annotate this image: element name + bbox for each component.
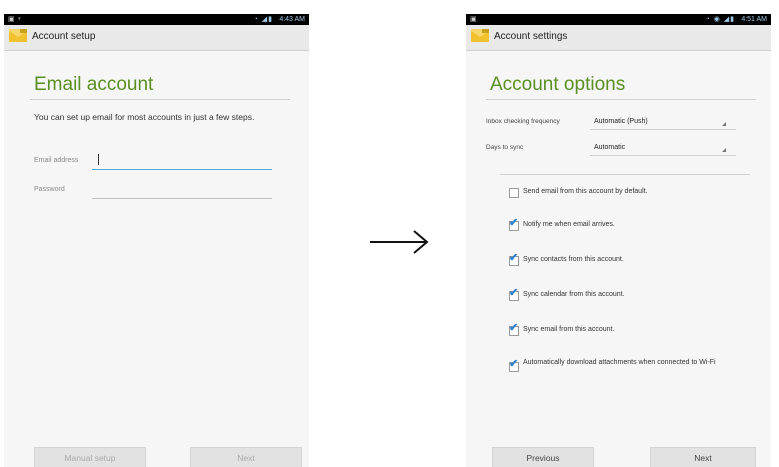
inbox-frequency-value: Automatic (Push) (594, 118, 648, 125)
dropdown-arrow-icon (722, 122, 726, 126)
password-field-underline (92, 198, 272, 199)
title-divider (30, 99, 290, 100)
email-app-icon (471, 29, 489, 42)
action-bar-title: Account settings (494, 31, 568, 42)
checkbox-sync-email[interactable]: ✔ Sync email from this account. (509, 323, 744, 339)
checkbox-box (509, 188, 519, 198)
checkbox-label: Send email from this account by default. (523, 188, 648, 195)
next-button[interactable]: Next (190, 447, 302, 467)
page-title: Account options (490, 74, 626, 95)
action-bar-title: Account setup (32, 31, 96, 42)
email-field[interactable] (92, 150, 272, 170)
checkbox-box: ✔ (509, 252, 519, 266)
text-cursor (98, 154, 99, 165)
checkmark-icon: ✔ (509, 252, 519, 264)
account-settings-screen: ▣ ◔ ◉ ◢▮ 4:51 AM Account settings Accoun… (466, 14, 771, 467)
checkmark-icon: ✔ (509, 322, 519, 334)
manual-setup-button[interactable]: Manual setup (34, 447, 146, 467)
dropdown-arrow-icon (722, 148, 726, 152)
section-divider (500, 174, 750, 175)
account-setup-screen: ▣ ♆ ◔ ◢▮ 4:43 AM Account setup Email acc… (4, 14, 309, 467)
password-field[interactable] (92, 182, 272, 200)
checkbox-box: ✔ (509, 217, 519, 231)
checkbox-box: ✔ (509, 287, 519, 301)
checkbox-label: Automatically download attachments when … (523, 359, 716, 366)
days-to-sync-spinner[interactable]: Automatic (590, 138, 736, 156)
checkbox-box: ✔ (509, 322, 519, 336)
checkbox-send-default[interactable]: Send email from this account by default. (509, 185, 744, 201)
password-field-label: Password (34, 186, 65, 193)
checkbox-sync-contacts[interactable]: ✔ Sync contacts from this account. (509, 253, 744, 269)
checkbox-sync-calendar[interactable]: ✔ Sync calendar from this account. (509, 288, 744, 304)
action-bar: Account setup (4, 25, 309, 51)
notification-icons: ▣ (470, 16, 477, 23)
spinner-underline (590, 155, 736, 156)
checkbox-label: Sync calendar from this account. (523, 291, 625, 298)
email-app-icon (9, 29, 27, 42)
checkmark-icon: ✔ (509, 217, 519, 229)
previous-button[interactable]: Previous (492, 447, 594, 467)
title-divider (486, 99, 756, 100)
checkbox-notify[interactable]: ✔ Notify me when email arrives. (509, 218, 744, 234)
email-field-underline (92, 169, 272, 170)
inbox-frequency-spinner[interactable]: Automatic (Push) (590, 112, 736, 130)
right-arrow-icon (370, 230, 429, 254)
email-field-label: Email address (34, 157, 79, 164)
days-to-sync-value: Automatic (594, 144, 626, 151)
checkbox-label: Sync contacts from this account. (523, 256, 624, 263)
signal-battery-icon: ◔ ◢▮ (253, 16, 273, 23)
action-bar: Account settings (466, 25, 771, 51)
checkbox-label: Sync email from this account. (523, 326, 615, 333)
checkmark-icon: ✔ (509, 287, 519, 299)
checkmark-icon: ✔ (509, 358, 519, 370)
next-button[interactable]: Next (650, 447, 756, 467)
intro-text: You can set up email for most accounts i… (34, 112, 255, 122)
status-time: 4:43 AM (279, 16, 305, 23)
inbox-frequency-label: Inbox checking frequency (486, 118, 560, 125)
checkbox-box: ✔ (509, 358, 519, 372)
page-title: Email account (34, 74, 154, 95)
status-bar: ▣ ◔ ◉ ◢▮ 4:51 AM (466, 14, 771, 25)
checkbox-download-attachments[interactable]: ✔ Automatically download attachments whe… (509, 356, 744, 378)
status-bar: ▣ ♆ ◔ ◢▮ 4:43 AM (4, 14, 309, 25)
checkbox-label: Notify me when email arrives. (523, 221, 615, 228)
days-to-sync-label: Days to sync (486, 144, 524, 151)
status-time: 4:51 AM (741, 16, 767, 23)
spinner-underline (590, 129, 736, 130)
signal-battery-icon: ◔ ◉ ◢▮ (705, 16, 735, 23)
notification-icons: ▣ ♆ (8, 16, 22, 23)
